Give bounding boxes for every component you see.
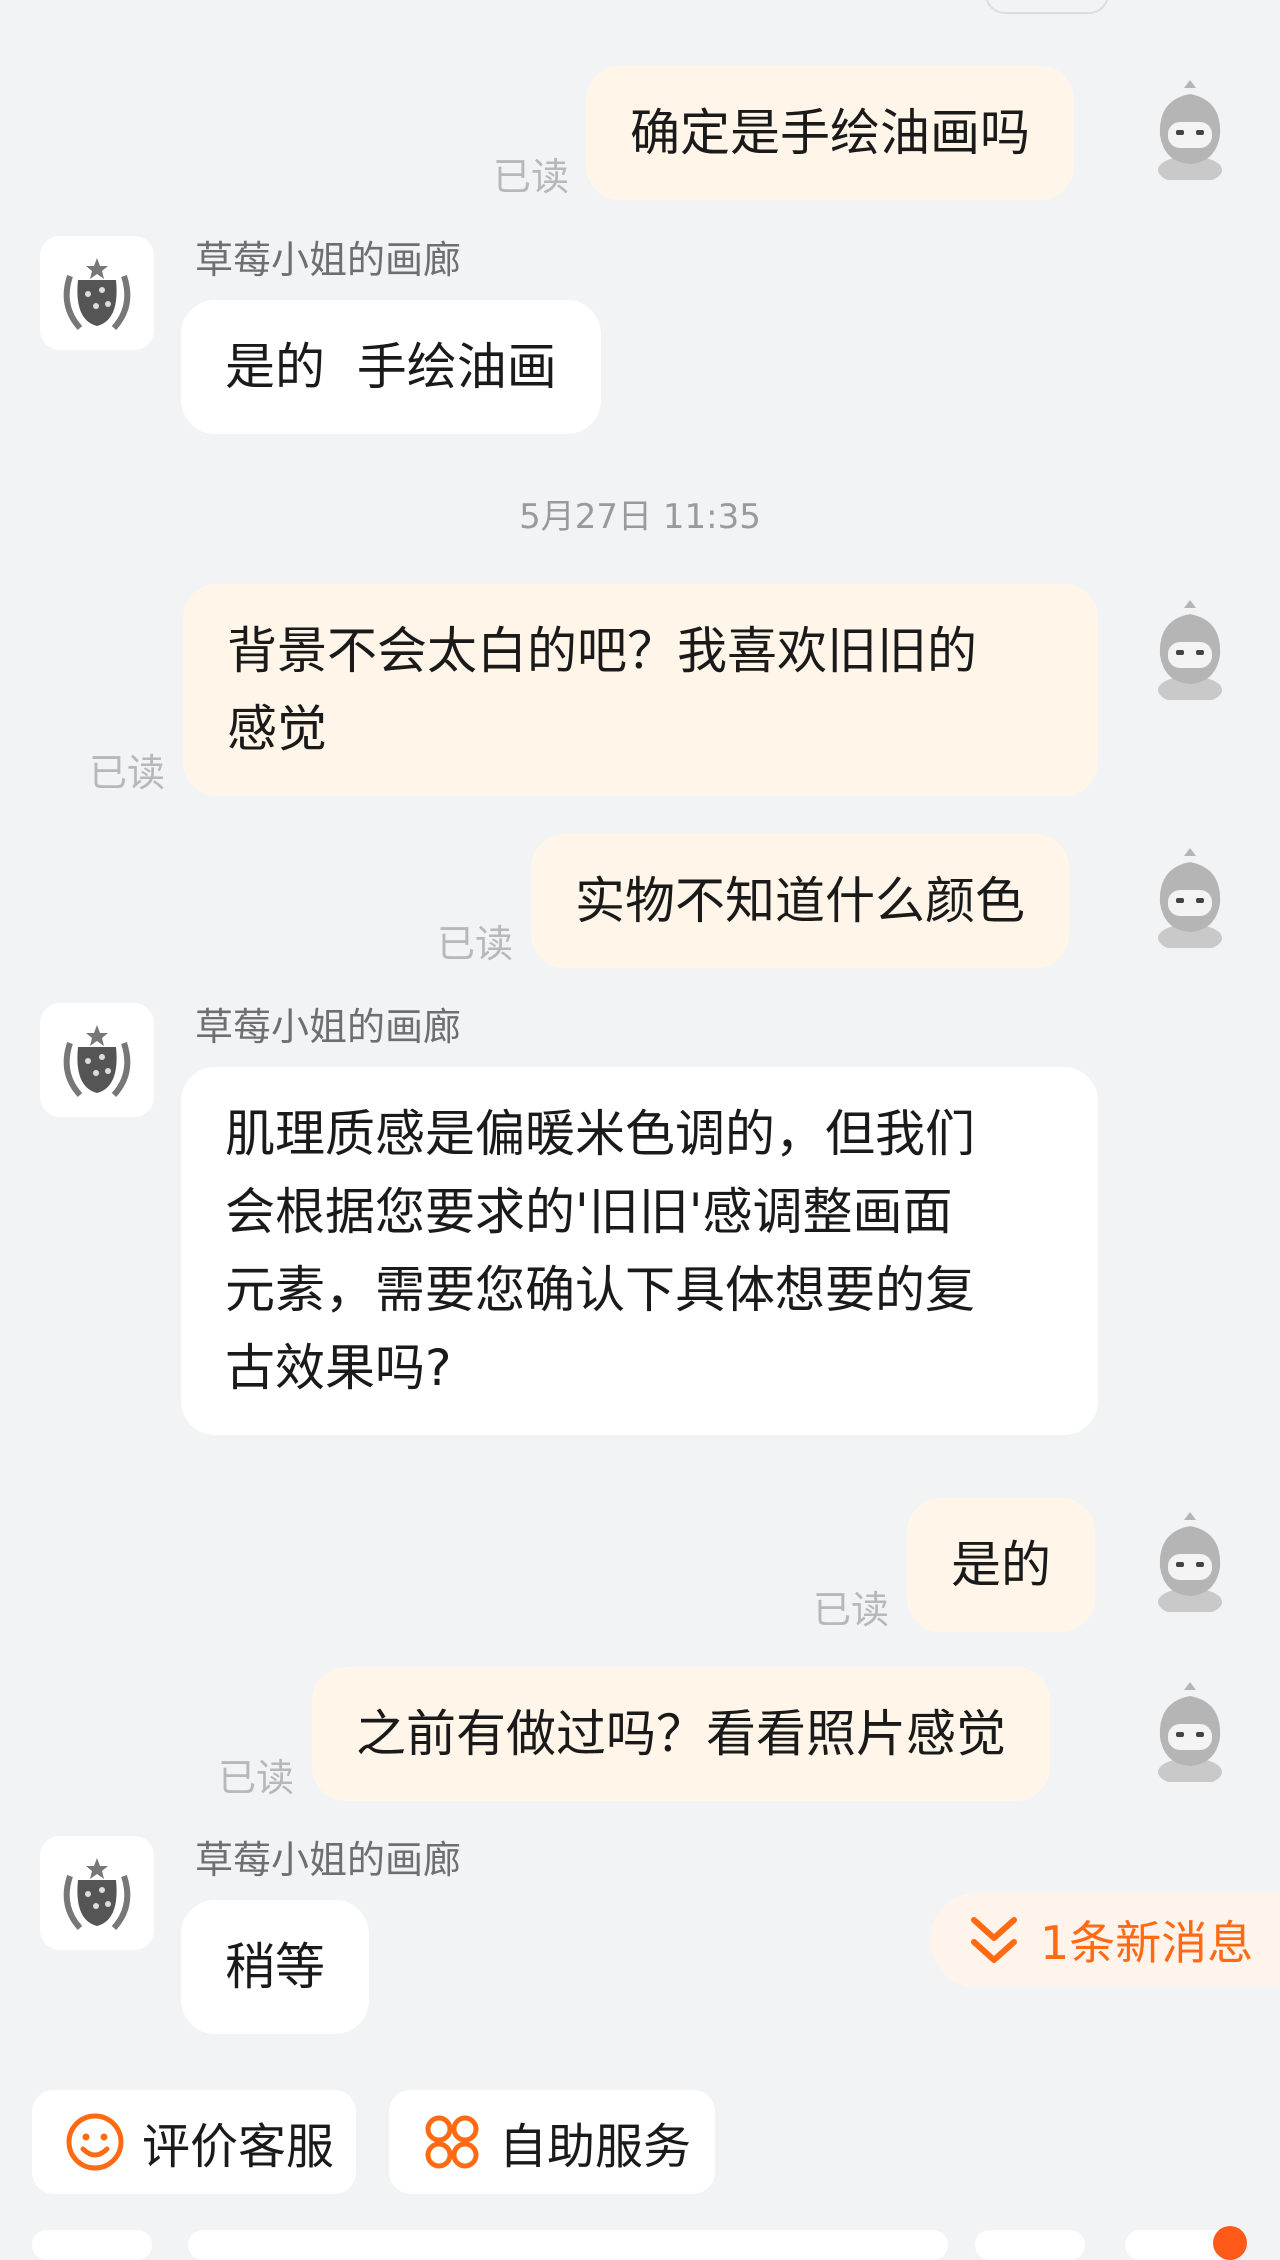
- user-avatar-icon[interactable]: [1140, 1682, 1240, 1782]
- shop-avatar-logo[interactable]: [40, 1836, 154, 1950]
- read-status: 已读: [218, 1756, 295, 1800]
- user-avatar-icon[interactable]: [1140, 1512, 1240, 1612]
- new-message-pill[interactable]: 1条新消息: [930, 1893, 1280, 1987]
- bottom-partial-chip[interactable]: [32, 2230, 152, 2260]
- my-message-bubble[interactable]: 背景不会太白的吧？我喜欢旧旧的 感觉: [183, 584, 1098, 796]
- smiley-face-icon: [66, 2113, 124, 2171]
- top-partial-button: [985, 0, 1109, 14]
- notification-dot: [1213, 2226, 1247, 2260]
- self-service-label: 自助服务: [499, 2119, 692, 2175]
- bottom-partial-input[interactable]: [188, 2230, 948, 2260]
- shop-message-bubble[interactable]: 稍等: [181, 1900, 369, 2034]
- message-timestamp: 5月27日 11:35: [519, 497, 761, 537]
- read-status: 已读: [813, 1588, 890, 1632]
- self-service-button[interactable]: 自助服务: [389, 2090, 715, 2194]
- my-message-bubble[interactable]: 之前有做过吗？看看照片感觉: [312, 1667, 1050, 1801]
- read-status: 已读: [493, 155, 570, 199]
- user-avatar-icon[interactable]: [1140, 80, 1240, 180]
- bottom-partial-chip[interactable]: [975, 2230, 1085, 2260]
- double-chevron-down-icon: [971, 1917, 1017, 1963]
- my-message-bubble[interactable]: 是的: [907, 1498, 1095, 1632]
- new-message-label: 1条新消息: [1040, 1916, 1254, 1970]
- four-circles-icon: [425, 2115, 479, 2169]
- my-message-bubble[interactable]: 确定是手绘油画吗: [586, 66, 1074, 200]
- read-status: 已读: [437, 922, 514, 966]
- shop-message-bubble[interactable]: 是的 手绘油画: [181, 300, 601, 434]
- shop-sender-name: 草莓小姐的画廊: [195, 238, 462, 282]
- read-status: 已读: [89, 751, 166, 795]
- my-message-bubble[interactable]: 实物不知道什么颜色: [531, 834, 1069, 968]
- shop-sender-name: 草莓小姐的画廊: [195, 1005, 462, 1049]
- rate-service-button[interactable]: 评价客服: [32, 2090, 356, 2194]
- shop-sender-name: 草莓小姐的画廊: [195, 1838, 462, 1882]
- user-avatar-icon[interactable]: [1140, 600, 1240, 700]
- rate-service-label: 评价客服: [142, 2119, 335, 2175]
- shop-message-bubble[interactable]: 肌理质感是偏暖米色调的，但我们 会根据您要求的'旧旧'感调整画面 元素，需要您确…: [181, 1067, 1098, 1435]
- shop-avatar-logo[interactable]: [40, 1003, 154, 1117]
- user-avatar-icon[interactable]: [1140, 848, 1240, 948]
- shop-avatar-logo[interactable]: [40, 236, 154, 350]
